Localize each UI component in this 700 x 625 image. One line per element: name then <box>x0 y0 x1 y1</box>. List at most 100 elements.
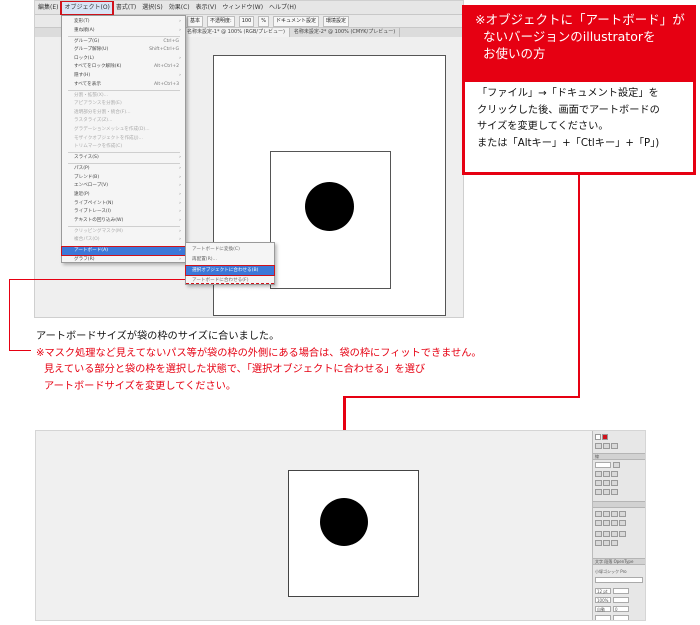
tab-document-1[interactable]: 名称未設定-1* @ 100% (RGB/プレビュー) <box>183 28 290 37</box>
tab-paragraph[interactable]: 段落 <box>604 559 612 564</box>
panel-button[interactable] <box>611 471 618 477</box>
submenu-item-fit-to-artwork[interactable]: アートボードに合わせる(F) <box>186 275 274 284</box>
submenu-item-rearrange[interactable]: 再配置(R)... <box>186 255 274 264</box>
object-menu-item[interactable]: 変形(T) › <box>62 18 185 26</box>
object-menu-item[interactable]: アピアランスを分割(E) <box>62 100 185 108</box>
menu-select[interactable]: 選択(S) <box>139 1 166 15</box>
distribute-button[interactable] <box>603 540 610 546</box>
menu-edit[interactable]: 編集(E) <box>35 1 61 15</box>
tab-document-2[interactable]: 名称未設定-2* @ 100% (CMYK/プレビュー) <box>290 28 401 37</box>
object-menu-item[interactable]: テキストの回り込み(W) › <box>62 217 185 225</box>
object-menu-item[interactable]: パス(P) › <box>62 165 185 173</box>
panel-button[interactable] <box>613 462 620 468</box>
object-menu-item[interactable]: グラフ(R) › <box>62 256 185 264</box>
object-menu-item[interactable]: すべてをロック解除(K) Alt+Ctrl+2 <box>62 63 185 71</box>
panel-button[interactable] <box>603 443 610 449</box>
font-size-field[interactable]: 12 pt <box>595 588 611 594</box>
menu-separator <box>68 89 180 91</box>
object-menu-item[interactable]: エンベロープ(V) › <box>62 182 185 190</box>
document-setup-button[interactable]: ドキュメント設定 <box>273 16 320 27</box>
object-menu-item[interactable]: クリッピングマスク(M) › <box>62 228 185 236</box>
menu-help[interactable]: ヘルプ(H) <box>266 1 299 15</box>
align-button[interactable] <box>595 520 602 526</box>
object-menu-item[interactable]: ブレンド(B) › <box>62 174 185 182</box>
object-menu-item[interactable]: ライブペイント(N) › <box>62 200 185 208</box>
annotation-body-line: クリックした後、画面でアートボードの <box>477 104 660 116</box>
object-menu-item[interactable]: グループ解除(U) Shift+Ctrl+G <box>62 46 185 54</box>
submenu-item-convert-to-artboard[interactable]: アートボードに変換(C) <box>186 245 274 254</box>
object-menu-item[interactable]: ロック(L) › <box>62 55 185 63</box>
black-circle[interactable] <box>320 498 368 546</box>
panel-header-align[interactable] <box>593 501 645 508</box>
rotation-field[interactable] <box>613 615 629 620</box>
panel-button[interactable] <box>595 480 602 486</box>
vertical-scale-field[interactable]: 100% <box>595 597 611 603</box>
object-menu-item[interactable]: トリムマークを作成(C) <box>62 143 185 151</box>
style-dropdown[interactable]: 基本 <box>187 16 204 27</box>
panel-button[interactable] <box>611 489 618 495</box>
font-family-field[interactable]: 小塚ゴシック Pro <box>595 568 645 575</box>
chevron-right-icon: › <box>179 209 181 215</box>
tab-opentype[interactable]: OpenType <box>614 559 634 564</box>
object-menu-item-label: 遠近(P) <box>74 192 90 197</box>
object-menu-item[interactable]: すべてを表示 Alt+Ctrl+3 <box>62 81 185 89</box>
font-style-field[interactable] <box>595 577 643 583</box>
object-menu-item[interactable]: グループ(G) Ctrl+G <box>62 38 185 46</box>
fill-swatch[interactable] <box>595 434 601 440</box>
menu-effect[interactable]: 効果(C) <box>166 1 193 15</box>
panel-header-stroke[interactable]: 線 <box>593 453 645 460</box>
panel-button[interactable] <box>611 443 618 449</box>
opacity-input[interactable]: 100 <box>238 16 255 27</box>
align-button[interactable] <box>619 511 626 517</box>
preferences-button[interactable]: 環境設定 <box>323 16 350 27</box>
submenu-item-fit-to-selected[interactable]: 選択オブジェクトに合わせる(B) <box>185 265 275 276</box>
panel-button[interactable] <box>595 443 602 449</box>
align-button[interactable] <box>611 520 618 526</box>
panel-button[interactable] <box>603 489 610 495</box>
distribute-button[interactable] <box>611 531 618 537</box>
stroke-swatch[interactable] <box>602 434 608 440</box>
align-button[interactable] <box>603 520 610 526</box>
tab-character[interactable]: 文字 <box>595 559 603 564</box>
align-button[interactable] <box>611 511 618 517</box>
distribute-button[interactable] <box>619 531 626 537</box>
panel-button[interactable] <box>595 489 602 495</box>
object-menu-item[interactable]: 分割・拡張(X)... <box>62 92 185 100</box>
object-menu-item[interactable]: 隠す(H) › <box>62 72 185 80</box>
leading-field[interactable] <box>613 588 629 594</box>
object-menu-item-label: ライブペイント(N) <box>74 200 114 206</box>
object-menu-item[interactable]: 重ね順(A) › <box>62 27 185 35</box>
object-menu-item[interactable]: モザイクオブジェクトを作成(J)... <box>62 135 185 143</box>
panel-button[interactable] <box>603 471 610 477</box>
object-menu-item[interactable]: 透明部分を分割・統合(F)... <box>62 109 185 117</box>
object-menu-item[interactable]: 複合パス(O) › <box>62 236 185 244</box>
menu-type[interactable]: 書式(T) <box>113 1 139 15</box>
baseline-field[interactable] <box>595 615 611 620</box>
distribute-button[interactable] <box>611 540 618 546</box>
stroke-weight-field[interactable] <box>595 462 611 468</box>
align-button[interactable] <box>595 511 602 517</box>
align-button[interactable] <box>603 511 610 517</box>
horizontal-scale-field[interactable] <box>613 597 629 603</box>
panel-button[interactable] <box>611 480 618 486</box>
tracking-field[interactable]: 0 <box>613 606 629 612</box>
kerning-field[interactable]: 自動 <box>595 606 611 612</box>
distribute-button[interactable] <box>595 540 602 546</box>
panel-button[interactable] <box>603 480 610 486</box>
menu-view[interactable]: 表示(V) <box>193 1 220 15</box>
object-menu-item[interactable]: ラスタライズ(Z)... <box>62 117 185 125</box>
object-menu-item-label: ロック(L) <box>74 55 94 61</box>
panel-button[interactable] <box>595 471 602 477</box>
align-button[interactable] <box>619 520 626 526</box>
object-menu-item[interactable]: ライブトレース(I) › <box>62 208 185 216</box>
black-circle[interactable] <box>305 182 354 231</box>
object-menu-item[interactable]: グラデーションメッシュを作成(D)... <box>62 126 185 134</box>
menu-object[interactable]: オブジェクト(O) <box>60 1 114 16</box>
object-menu-item-label: テキストの回り込み(W) <box>74 217 124 223</box>
distribute-button[interactable] <box>595 531 602 537</box>
object-menu-item[interactable]: スライス(S) › <box>62 154 185 162</box>
distribute-button[interactable] <box>603 531 610 537</box>
object-menu-item[interactable]: アートボード(A) › <box>61 246 186 257</box>
object-menu-item[interactable]: 遠近(P) › <box>62 191 185 199</box>
menu-window[interactable]: ウィンドウ(W) <box>219 1 266 15</box>
